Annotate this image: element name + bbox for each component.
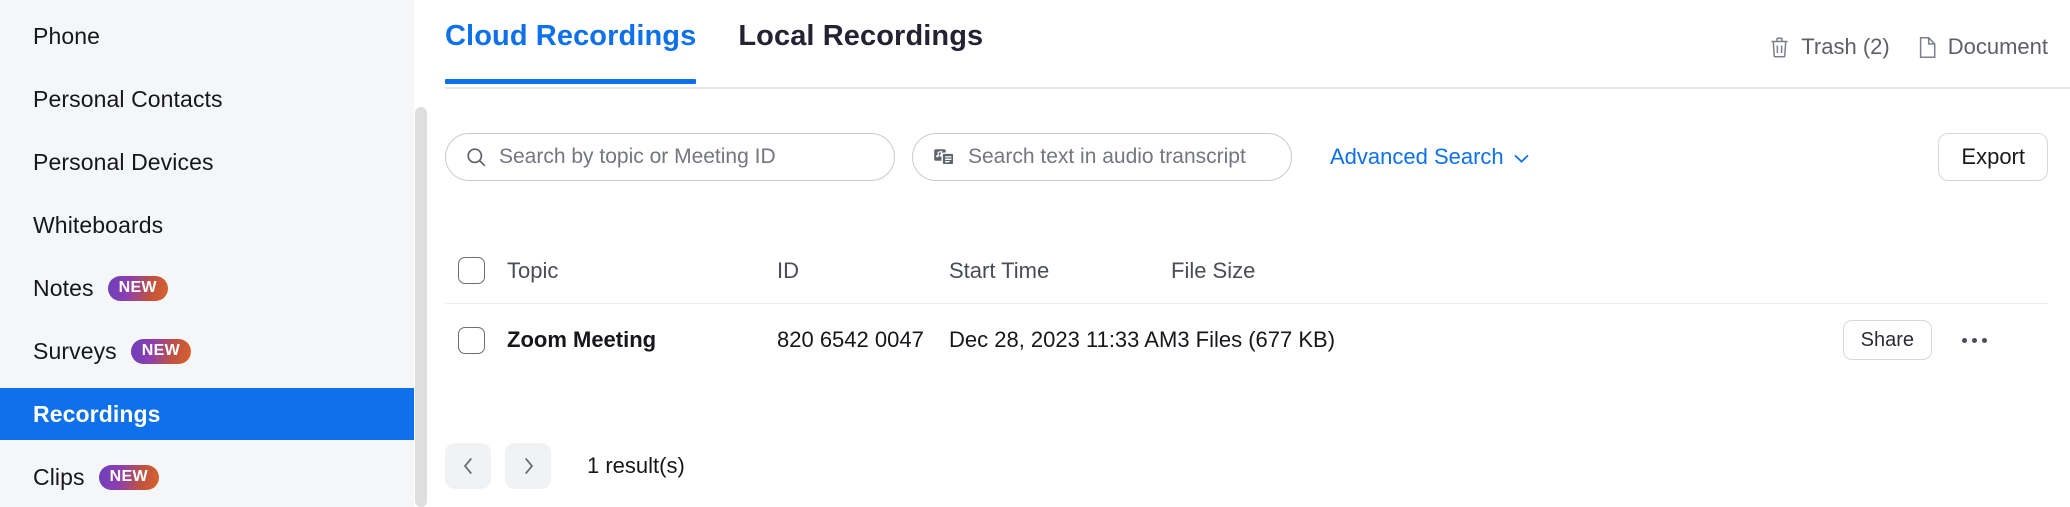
more-dot bbox=[1971, 337, 1977, 343]
sidebar-item-personal-contacts[interactable]: Personal Contacts bbox=[0, 73, 427, 125]
sidebar-item-label: Personal Devices bbox=[33, 148, 214, 175]
cell-start-time: Dec 28, 2023 11:33 AM bbox=[949, 327, 1178, 352]
trash-label: Trash (2) bbox=[1801, 34, 1890, 59]
tab-cloud-recordings-label: Cloud Recordings bbox=[445, 20, 697, 52]
export-button[interactable]: Export bbox=[1938, 133, 2048, 181]
main-content: Cloud Recordings Local Recordings Trash … bbox=[427, 0, 2070, 507]
tabs-bar: Cloud Recordings Local Recordings Trash … bbox=[427, 0, 2070, 89]
sidebar-item-label: Phone bbox=[33, 22, 101, 49]
advanced-search-toggle[interactable]: Advanced Search bbox=[1330, 144, 1530, 170]
search-row: Search by topic or Meeting ID Search tex… bbox=[445, 132, 2048, 182]
chevron-left-icon bbox=[462, 456, 475, 476]
more-dot bbox=[1981, 337, 1987, 343]
new-badge: NEW bbox=[107, 275, 168, 301]
row-select-checkbox[interactable] bbox=[458, 326, 485, 354]
column-header-topic: Topic bbox=[507, 257, 559, 283]
column-header-id: ID bbox=[777, 257, 799, 283]
new-badge: NEW bbox=[130, 338, 192, 364]
pagination-prev-button[interactable] bbox=[445, 443, 491, 489]
tab-cloud-recordings[interactable]: Cloud Recordings bbox=[445, 20, 697, 84]
select-all-checkbox[interactable] bbox=[458, 257, 485, 284]
pagination-result-count: 1 result(s) bbox=[587, 453, 685, 478]
cell-id: 820 6542 0047 bbox=[777, 327, 924, 352]
more-options-button[interactable] bbox=[1954, 323, 1994, 357]
sidebar-item-label: Surveys bbox=[33, 337, 117, 364]
document-label: Document bbox=[1947, 34, 2048, 59]
search-input-transcript[interactable]: Search text in audio transcript bbox=[912, 133, 1292, 181]
trash-link[interactable]: Trash (2) bbox=[1769, 34, 1890, 60]
sidebar-item-recordings[interactable]: Recordings bbox=[0, 388, 427, 440]
chevron-down-icon bbox=[1513, 144, 1530, 170]
search-input-topic-placeholder: Search by topic or Meeting ID bbox=[499, 145, 776, 168]
pagination-next-button[interactable] bbox=[505, 443, 551, 489]
sidebar-scrollbar-thumb[interactable] bbox=[415, 107, 427, 507]
search-input-topic[interactable]: Search by topic or Meeting ID bbox=[445, 133, 895, 181]
sidebar-item-label: Whiteboards bbox=[33, 211, 164, 238]
cell-topic: Zoom Meeting bbox=[507, 327, 657, 352]
transcript-icon bbox=[933, 146, 956, 168]
sidebar: Phone Personal Contacts Personal Devices Wh… bbox=[0, 0, 427, 507]
document-link[interactable]: Document bbox=[1918, 34, 2048, 60]
new-badge: NEW bbox=[98, 464, 159, 490]
sidebar-scrollbar-track[interactable] bbox=[415, 0, 427, 507]
sidebar-item-label: Notes bbox=[33, 274, 94, 301]
advanced-search-label: Advanced Search bbox=[1330, 144, 1504, 169]
sidebar-item-label: Clips bbox=[33, 463, 85, 490]
sidebar-item-label: Recordings bbox=[33, 400, 161, 427]
tabs-underline bbox=[445, 87, 2070, 89]
sidebar-item-phone[interactable]: Phone bbox=[0, 10, 427, 62]
tab-local-recordings[interactable]: Local Recordings bbox=[738, 20, 983, 84]
more-dot bbox=[1961, 337, 1967, 343]
share-button[interactable]: Share bbox=[1842, 320, 1932, 360]
tab-local-recordings-label: Local Recordings bbox=[738, 20, 984, 52]
table-row[interactable]: Zoom Meeting 820 6542 0047 Dec 28, 2023 … bbox=[445, 304, 2048, 376]
trash-icon bbox=[1769, 36, 1790, 59]
recordings-table: Topic ID Start Time File Size Zoom Meeti… bbox=[445, 238, 2048, 376]
top-actions: Trash (2) Document bbox=[1769, 34, 2048, 60]
sidebar-item-clips[interactable]: Clips NEW bbox=[0, 451, 427, 503]
search-input-transcript-placeholder: Search text in audio transcript bbox=[968, 145, 1246, 168]
app-root: Phone Personal Contacts Personal Devices Wh… bbox=[0, 0, 2070, 507]
column-header-file-size: File Size bbox=[1171, 257, 1256, 283]
document-icon bbox=[1918, 36, 1937, 59]
search-icon bbox=[466, 147, 487, 168]
cell-file-size: 3 Files (677 KB) bbox=[1177, 327, 1336, 352]
sidebar-item-surveys[interactable]: Surveys NEW bbox=[0, 325, 427, 377]
tabs: Cloud Recordings Local Recordings bbox=[445, 20, 983, 84]
cell-actions: Share bbox=[1337, 320, 2048, 360]
sidebar-item-personal-devices[interactable]: Personal Devices bbox=[0, 136, 427, 188]
chevron-right-icon bbox=[522, 456, 535, 476]
sidebar-item-whiteboards[interactable]: Whiteboards bbox=[0, 199, 427, 251]
sidebar-item-label: Personal Contacts bbox=[33, 85, 223, 112]
pagination: 1 result(s) bbox=[445, 443, 685, 489]
table-header-row: Topic ID Start Time File Size bbox=[445, 238, 2048, 304]
sidebar-item-notes[interactable]: Notes NEW bbox=[0, 262, 427, 314]
column-header-start-time: Start Time bbox=[949, 257, 1050, 283]
